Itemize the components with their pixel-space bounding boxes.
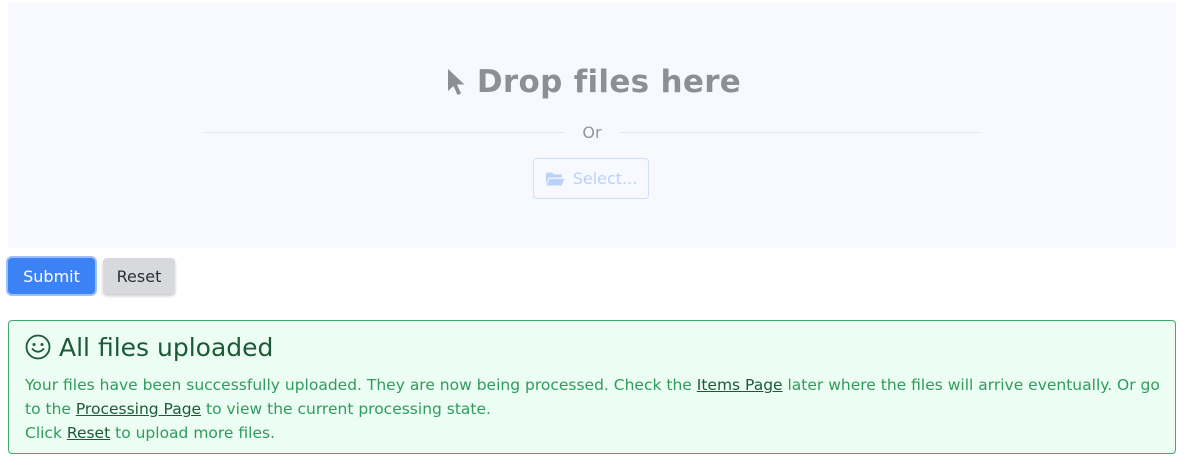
reset-button[interactable]: Reset <box>103 258 175 294</box>
success-title: All files uploaded <box>59 332 274 362</box>
dropzone-title-row: Drop files here <box>8 60 1176 104</box>
success-title-row: All files uploaded <box>25 331 273 363</box>
smile-icon <box>25 334 51 360</box>
success-text-part: to upload more files. <box>110 424 276 442</box>
select-files-button[interactable]: Select... <box>533 158 649 199</box>
success-message: All files uploaded Your files have been … <box>8 320 1176 454</box>
reset-link[interactable]: Reset <box>67 424 110 442</box>
divider-line-right <box>619 131 982 133</box>
items-page-link[interactable]: Items Page <box>697 376 783 394</box>
divider-text: Or <box>582 122 602 142</box>
success-text-part: Click <box>25 424 67 442</box>
or-divider: Or <box>203 120 982 144</box>
file-dropzone[interactable]: Drop files here Or Select... <box>8 2 1176 248</box>
success-text-part: Your files have been successfully upload… <box>25 376 697 394</box>
success-body: Your files have been successfully upload… <box>25 373 1165 445</box>
cursor-icon <box>443 65 469 99</box>
success-text-part: to view the current processing state. <box>201 400 491 418</box>
processing-page-link[interactable]: Processing Page <box>76 400 201 418</box>
upload-page: Drop files here Or Select... Submit Rese… <box>0 0 1184 459</box>
select-files-label: Select... <box>572 169 638 188</box>
folder-open-icon <box>545 171 565 187</box>
divider-line-left <box>203 131 565 133</box>
dropzone-title: Drop files here <box>476 64 742 100</box>
submit-button[interactable]: Submit <box>8 258 95 294</box>
